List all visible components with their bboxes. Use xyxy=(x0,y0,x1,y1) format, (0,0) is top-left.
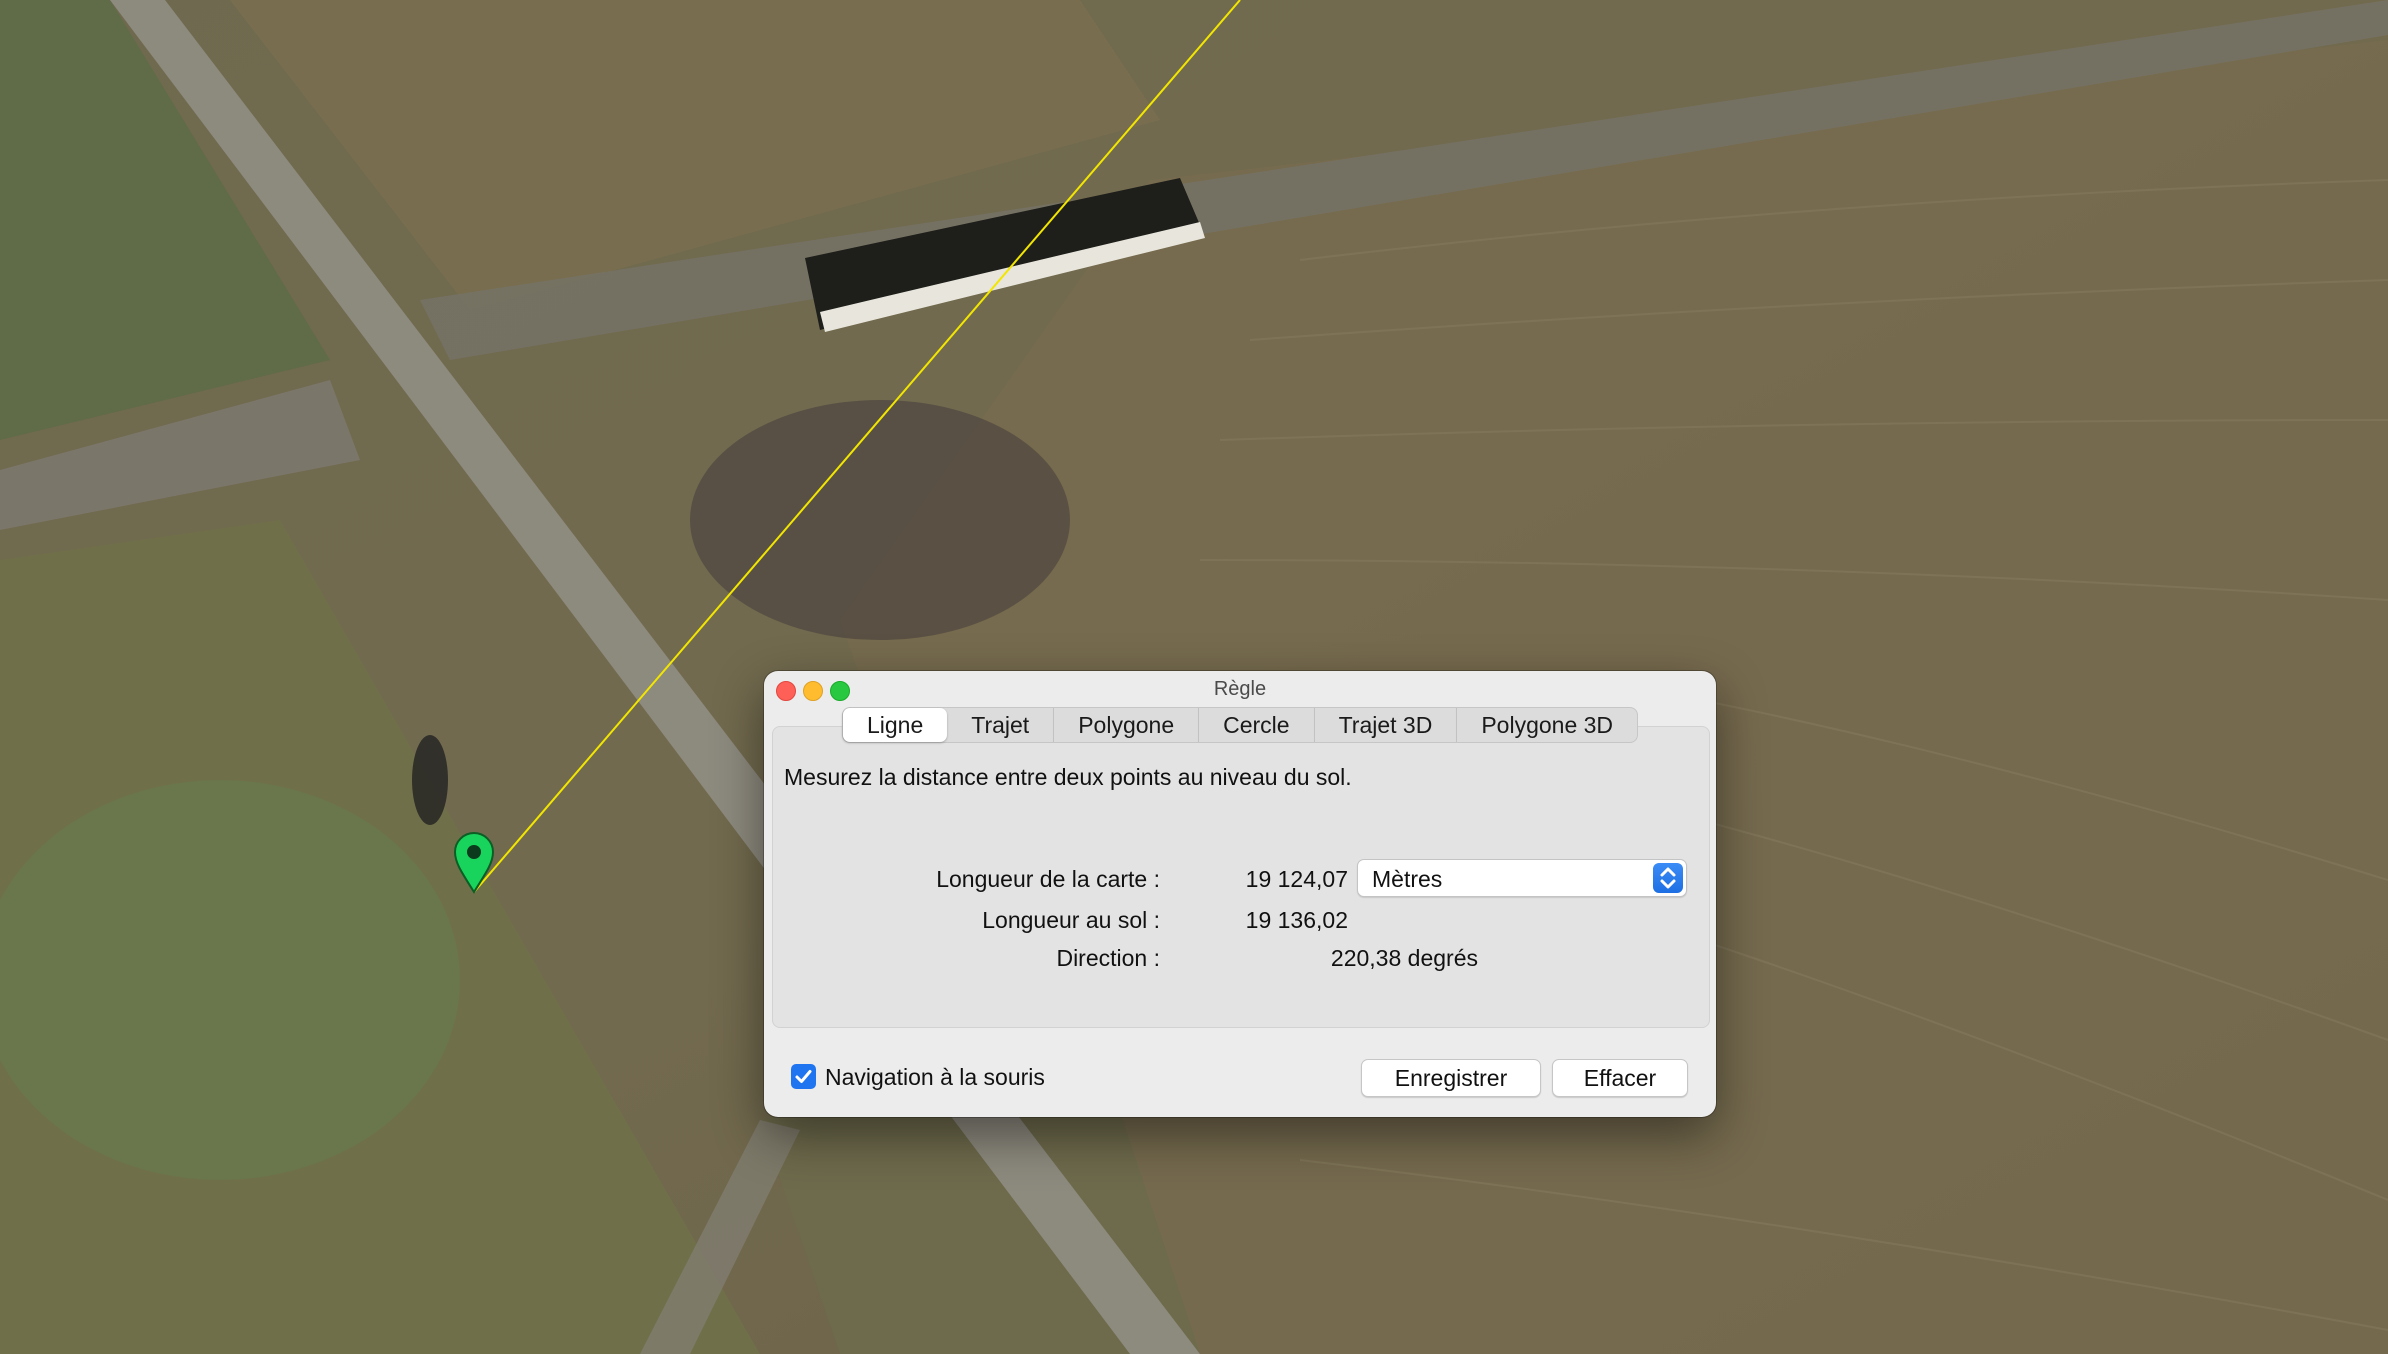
direction-label: Direction : xyxy=(1056,945,1160,971)
clear-button[interactable]: Effacer xyxy=(1552,1059,1688,1097)
chevron-updown-icon xyxy=(1653,863,1683,893)
mouse-navigation-checkbox[interactable] xyxy=(791,1064,816,1089)
shadow-patch xyxy=(412,735,448,825)
map-length-label: Longueur de la carte : xyxy=(936,866,1160,892)
save-button[interactable]: Enregistrer xyxy=(1361,1059,1541,1097)
close-button[interactable] xyxy=(776,681,796,701)
tab-trajet-3d[interactable]: Trajet 3D xyxy=(1313,708,1457,742)
ruler-dialog: Règle Ligne Trajet Polygone Cercle Traje… xyxy=(764,671,1716,1117)
tab-bar: Ligne Trajet Polygone Cercle Trajet 3D P… xyxy=(841,707,1639,743)
mouse-navigation-label: Navigation à la souris xyxy=(825,1064,1045,1090)
field-green-patch xyxy=(0,780,460,1180)
tab-cercle[interactable]: Cercle xyxy=(1198,708,1313,742)
tab-polygone-3d[interactable]: Polygone 3D xyxy=(1456,708,1637,742)
window-title: Règle xyxy=(1213,678,1267,700)
measure-description: Mesurez la distance entre deux points au… xyxy=(784,764,1352,790)
unit-select-value: Mètres xyxy=(1372,866,1443,892)
unit-select[interactable]: Mètres xyxy=(1357,859,1687,897)
tab-trajet[interactable]: Trajet xyxy=(947,708,1053,742)
minimize-button[interactable] xyxy=(803,681,823,701)
dark-patch xyxy=(690,400,1070,640)
map-length-value: 19 124,07 xyxy=(1245,866,1348,892)
ground-length-value: 19 136,02 xyxy=(1245,907,1348,933)
zoom-button[interactable] xyxy=(830,681,850,701)
ground-length-label: Longueur au sol : xyxy=(982,907,1160,933)
tab-ligne[interactable]: Ligne xyxy=(842,708,948,742)
direction-value: 220,38 degrés xyxy=(1330,945,1478,971)
checkmark-icon xyxy=(795,1070,812,1083)
tab-polygone[interactable]: Polygone xyxy=(1053,708,1198,742)
